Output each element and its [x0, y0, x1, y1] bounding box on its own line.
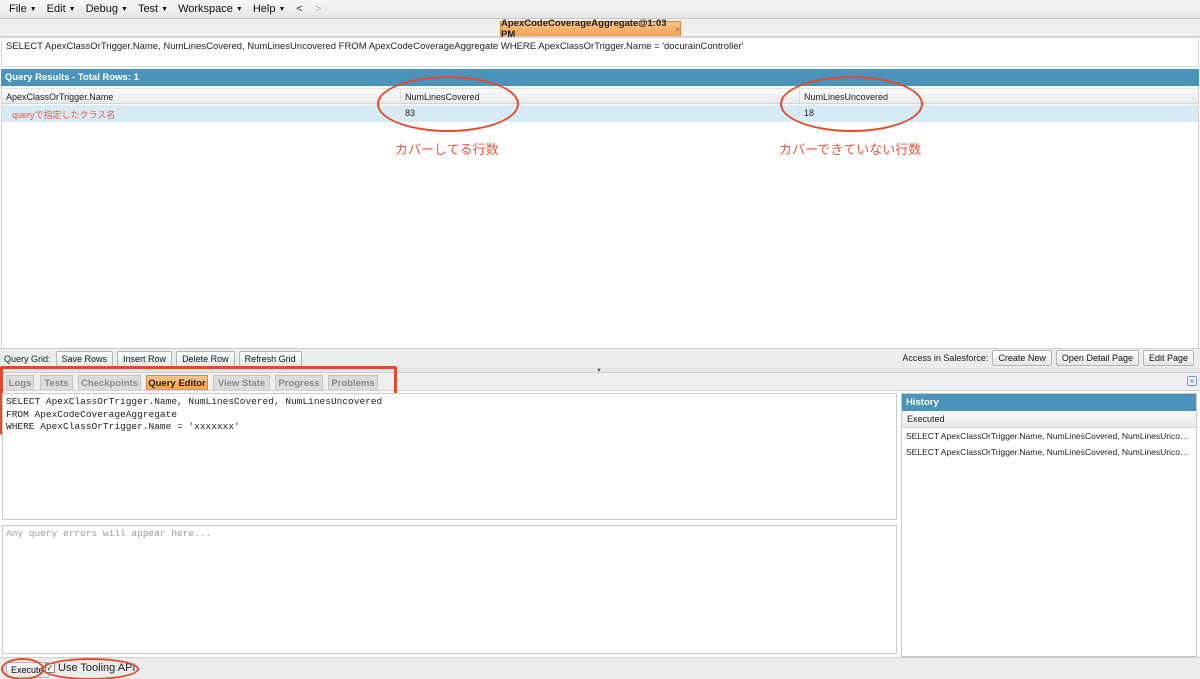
menu-file[interactable]: File ▼ — [4, 3, 42, 15]
caret-down-icon: ▼ — [29, 5, 37, 13]
salesforce-actions: Access in Salesforce: Create New Open De… — [902, 350, 1194, 366]
caret-down-icon: ▼ — [121, 5, 128, 13]
caret-down-icon: ▼ — [235, 5, 243, 13]
caret-down-icon: ▼ — [161, 5, 169, 13]
query-editor[interactable]: SELECT ApexClassOrTrigger.Name, NumLines… — [2, 393, 897, 520]
menu-test[interactable]: Test ▼ — [133, 3, 173, 15]
table-cell[interactable]: queryで指定したクラス名 — [2, 105, 401, 122]
back-button[interactable]: < — [290, 3, 308, 15]
menu-help[interactable]: Help ▼ — [248, 3, 291, 15]
results-grid: ApexClassOrTrigger.Name NumLinesCovered … — [1, 86, 1199, 348]
menu-bar: File ▼ Edit ▼ Debug ▼ Test ▼ Workspace ▼ Help… — [0, 0, 1200, 19]
history-title: History — [902, 394, 1196, 411]
salesforce-label: Access in Salesforce: — [902, 353, 989, 363]
annotation-circle — [42, 658, 139, 679]
close-icon[interactable]: × — [675, 25, 680, 34]
create-new-button[interactable]: Create New — [992, 350, 1052, 366]
grid-toolbar: Query Grid: Save Rows Insert Row Delete … — [0, 348, 1200, 368]
menu-debug[interactable]: Debug ▼ — [81, 3, 133, 15]
query-text-field[interactable]: SELECT ApexClassOrTrigger.Name, NumLines… — [1, 37, 1199, 67]
annotation-circle — [377, 76, 519, 132]
history-item[interactable]: SELECT ApexClassOrTrigger.Name, NumLines… — [902, 428, 1196, 444]
edit-page-button[interactable]: Edit Page — [1142, 350, 1194, 366]
tab-strip: ApexCodeCoverageAggregate@1:03 PM × — [0, 18, 1200, 40]
tab-query-results[interactable]: ApexCodeCoverageAggregate@1:03 PM × — [500, 18, 681, 40]
caret-down-icon: ▼ — [278, 5, 286, 13]
refresh-grid-button[interactable]: Refresh Grid — [238, 350, 302, 367]
table-row[interactable]: queryで指定したクラス名 83 18 — [2, 105, 1198, 122]
history-item[interactable]: SELECT ApexClassOrTrigger.Name, NumLines… — [902, 444, 1196, 460]
menu-edit[interactable]: Edit ▼ — [42, 3, 81, 15]
insert-row-button[interactable]: Insert Row — [117, 350, 173, 367]
results-column-headers: ApexClassOrTrigger.Name NumLinesCovered … — [2, 88, 1198, 104]
bottom-bar: Execute ✓ Use Tooling API — [0, 657, 1200, 679]
annotation-circle — [1, 658, 44, 679]
annotation-uncovered: カバーできていない行数 — [779, 142, 922, 157]
save-rows-button[interactable]: Save Rows — [55, 350, 114, 367]
open-detail-page-button[interactable]: Open Detail Page — [1055, 350, 1139, 366]
forward-button[interactable]: > — [309, 3, 327, 15]
annotation-circle — [780, 76, 923, 132]
annotation-covered: カバーしてる行数 — [395, 142, 499, 157]
collapse-panel-icon[interactable]: » — [1187, 376, 1197, 386]
history-column-header[interactable]: Executed — [902, 411, 1196, 428]
history-panel: History Executed SELECT ApexClassOrTrigg… — [901, 393, 1197, 657]
query-errors-field: Any query errors will appear here... — [2, 525, 897, 654]
column-header[interactable]: ApexClassOrTrigger.Name — [2, 89, 401, 103]
caret-down-icon: ▼ — [68, 5, 76, 13]
delete-row-button[interactable]: Delete Row — [176, 350, 235, 367]
grid-toolbar-label: Query Grid: — [4, 353, 51, 364]
menu-workspace[interactable]: Workspace ▼ — [173, 3, 248, 15]
results-header: Query Results - Total Rows: 1 — [1, 69, 1199, 86]
